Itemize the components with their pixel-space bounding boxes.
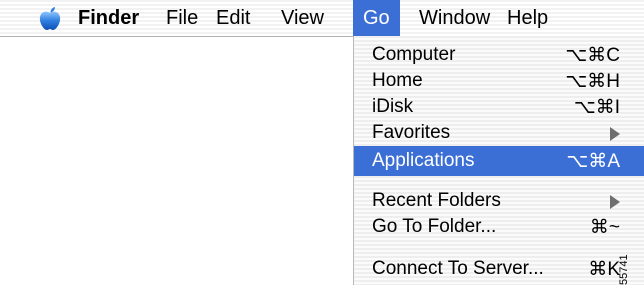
- submenu-arrow-icon: [610, 127, 620, 141]
- shortcut: ⌘K: [588, 259, 620, 280]
- menu-item-favorites[interactable]: Favorites: [354, 120, 644, 146]
- menu-edit[interactable]: Edit: [216, 0, 250, 36]
- menu-item-go-to-folder[interactable]: Go To Folder... ⌘~: [354, 214, 644, 240]
- menu-item-label: iDisk: [372, 96, 414, 117]
- shortcut: ⌥⌘C: [565, 45, 620, 66]
- menu-item-label: Recent Folders: [372, 190, 501, 211]
- menu-item-label: Favorites: [372, 122, 451, 143]
- shortcut: ⌥⌘I: [573, 97, 620, 118]
- apple-icon[interactable]: [36, 6, 64, 32]
- menu-item-idisk[interactable]: iDisk ⌥⌘I: [354, 94, 644, 120]
- menu-item-label: Applications: [372, 150, 475, 171]
- menu-finder[interactable]: Finder: [78, 0, 139, 36]
- menu-item-computer[interactable]: Computer ⌥⌘C: [354, 42, 644, 68]
- menu-view[interactable]: View: [281, 0, 324, 36]
- menu-item-home[interactable]: Home ⌥⌘H: [354, 68, 644, 94]
- menu-file[interactable]: File: [166, 0, 198, 36]
- menu-item-connect-to-server[interactable]: Connect To Server... ⌘K: [354, 256, 644, 282]
- figure-code: 55741: [618, 254, 630, 285]
- menu-item-label: Computer: [372, 44, 456, 65]
- shortcut: ⌥⌘H: [565, 71, 620, 92]
- menu-item-label: Home: [372, 70, 423, 91]
- go-menu-dropdown: Computer ⌥⌘C Home ⌥⌘H iDisk ⌥⌘I Favorite…: [353, 36, 644, 285]
- menu-help[interactable]: Help: [507, 0, 548, 36]
- menu-item-label: Go To Folder...: [372, 216, 497, 237]
- menu-item-applications[interactable]: Applications ⌥⌘A: [354, 146, 644, 176]
- shortcut: ⌥⌘A: [566, 151, 620, 172]
- menu-item-label: Connect To Server...: [372, 258, 544, 279]
- menu-bar: Finder File Edit View Go Window Help: [0, 0, 644, 37]
- menu-window[interactable]: Window: [419, 0, 490, 36]
- submenu-arrow-icon: [610, 195, 620, 209]
- shortcut: ⌘~: [589, 217, 620, 238]
- menu-item-recent-folders[interactable]: Recent Folders: [354, 188, 644, 214]
- menu-go[interactable]: Go: [353, 0, 400, 36]
